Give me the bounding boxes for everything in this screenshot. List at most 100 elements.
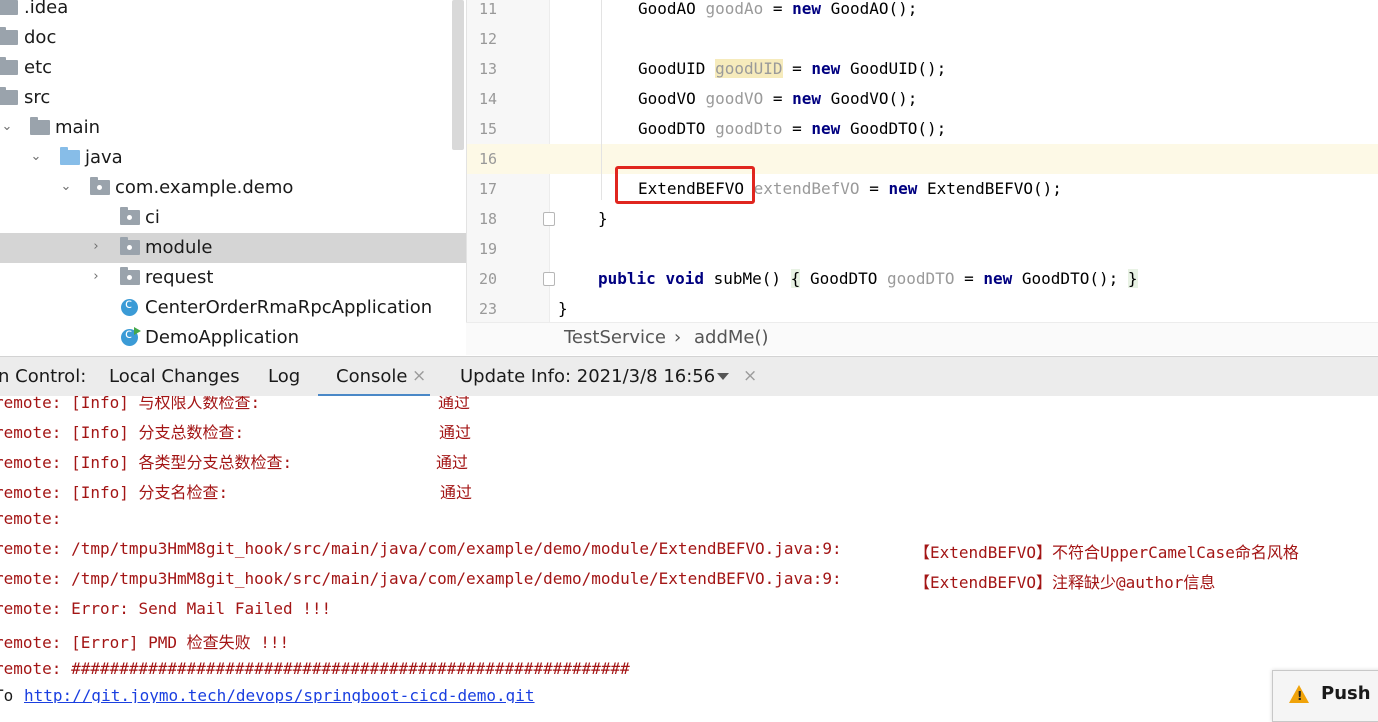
keyword: new — [888, 179, 918, 198]
keyword: public — [598, 269, 656, 288]
console-line: remote: Error: Send Mail Failed !!! — [0, 599, 331, 629]
tree-item-request[interactable]: › request — [0, 263, 466, 293]
tree-item-label: ci — [145, 207, 160, 228]
console-line: remote: — [0, 509, 61, 539]
type-name: GoodDTO — [800, 269, 888, 288]
console-text: remote: /tmp/tmpu3HmM8git_hook/src/main/… — [0, 569, 842, 588]
fold-end-icon[interactable] — [543, 212, 555, 226]
code-line: 15 GoodDTO goodDto = new GoodDTO(); — [467, 114, 1378, 144]
folder-icon — [0, 0, 18, 15]
code-text: } — [558, 299, 568, 318]
variable-name: goodAo — [705, 0, 764, 18]
tree-item-doc[interactable]: doc — [0, 23, 466, 53]
chevron-down-icon[interactable]: ⌄ — [59, 180, 73, 194]
line-number: 17 — [478, 180, 497, 198]
code-text: GoodUID(); — [840, 59, 947, 78]
code-line: 13 GoodUID goodUID = new GoodUID(); — [467, 54, 1378, 84]
console-text: remote: ################################… — [0, 659, 630, 678]
console-line: remote: /tmp/tmpu3HmM8git_hook/src/main/… — [0, 569, 1215, 599]
keyword: new — [792, 0, 822, 18]
line-number: 15 — [478, 120, 497, 138]
variable-name: goodUID — [715, 59, 783, 78]
indent-guide — [601, 0, 602, 200]
fold-expand-icon[interactable] — [543, 272, 555, 286]
tab-log[interactable]: Log — [268, 366, 300, 387]
tree-item-package-demo[interactable]: ⌄ com.example.demo — [0, 173, 466, 203]
code-text: GoodDTO(); — [840, 119, 947, 138]
tree-item-label: main — [55, 117, 100, 138]
tab-update-info[interactable]: Update Info: 2021/3/8 16:56 — [460, 366, 715, 387]
console-message: 【ExtendBEFVO】不符合UpperCamelCase命名风格 — [914, 543, 1299, 562]
tree-item-label: src — [24, 87, 51, 108]
keyword: new — [811, 59, 841, 78]
tree-scrollbar[interactable] — [452, 0, 464, 150]
console-text: remote: [Info] 各类型分支总数检查: — [0, 453, 293, 472]
console-line: remote: [Info] 分支总数检查: 通过 — [0, 419, 471, 449]
variable-name: goodDTO — [887, 269, 955, 288]
warning-mark: ! — [1297, 689, 1303, 703]
spring-class-icon — [121, 297, 138, 316]
chevron-down-icon[interactable]: ⌄ — [29, 150, 43, 164]
code-text: } — [598, 209, 608, 228]
code-line: 20 public void subMe() { GoodDTO goodDTO… — [467, 264, 1378, 294]
code-line: 14 GoodVO goodVO = new GoodVO(); — [467, 84, 1378, 114]
keyword: new — [792, 89, 822, 108]
tree-item-java[interactable]: ⌄ java — [0, 143, 466, 173]
tree-item-center-order-app[interactable]: CenterOrderRmaRpcApplication — [0, 293, 466, 323]
console-line: remote: [Info] 与权限人数检查: 通过 — [0, 396, 470, 419]
tree-item-label: etc — [24, 57, 53, 78]
console-text: remote: — [0, 509, 62, 528]
console-text: remote: [Info] 分支名检查: — [0, 483, 229, 502]
console-text: remote: [Info] 与权限人数检查: — [0, 396, 261, 412]
tree-item-ci[interactable]: ci — [0, 203, 466, 233]
console-text: remote: [Info] 分支总数检查: — [0, 423, 245, 442]
line-number: 19 — [478, 240, 497, 258]
breadcrumb-method[interactable]: addMe() — [694, 327, 769, 348]
breadcrumb-separator: › — [674, 327, 682, 348]
method-name: subMe() — [703, 269, 791, 288]
tree-item-etc[interactable]: etc — [0, 53, 466, 83]
line-number: 14 — [478, 90, 497, 108]
type-name: GoodDTO — [638, 119, 716, 138]
tab-console[interactable]: Console — [336, 366, 407, 387]
tree-item-module[interactable]: › module — [0, 233, 466, 263]
console-status: 通过 — [436, 453, 469, 472]
console-output[interactable]: remote: [Info] 与权限人数检查: 通过 remote: [Info… — [0, 396, 1378, 703]
tree-item-demo-app[interactable]: DemoApplication — [0, 323, 466, 353]
keyword: void — [665, 269, 704, 288]
repo-link[interactable]: http://git.joymo.tech/devops/springboot-… — [24, 686, 535, 703]
line-number: 12 — [478, 30, 497, 48]
keyword: new — [983, 269, 1013, 288]
tree-item-label: .idea — [24, 0, 69, 18]
code-line: 11 GoodAO goodAo = new GoodAO(); — [467, 0, 1378, 24]
tab-local-changes[interactable]: Local Changes — [109, 366, 240, 387]
chevron-right-icon[interactable]: › — [89, 240, 103, 254]
code-line: 12 — [467, 24, 1378, 54]
chevron-right-icon[interactable]: › — [89, 270, 103, 284]
console-status: 通过 — [438, 396, 471, 412]
chevron-down-icon[interactable]: ⌄ — [0, 120, 14, 134]
folder-icon — [0, 27, 18, 45]
notification-text: Push r — [1321, 683, 1378, 704]
code-text: GoodVO(); — [821, 89, 918, 108]
push-notification[interactable]: ! Push r — [1272, 670, 1378, 722]
type-name: GoodAO — [638, 0, 706, 18]
code-text: GoodDTO(); — [1012, 269, 1128, 288]
spring-class-icon — [121, 327, 141, 346]
code-text: GoodAO(); — [821, 0, 918, 18]
type-name: GoodVO — [638, 89, 706, 108]
breadcrumb-class[interactable]: TestService — [564, 327, 666, 348]
tree-item-src[interactable]: src — [0, 83, 466, 113]
code-text: = — [782, 119, 812, 138]
tree-item-main[interactable]: ⌄ main — [0, 113, 466, 143]
version-control-toolbar: n Control: Local Changes Log Console × U… — [0, 356, 1378, 397]
variable-name: goodDto — [715, 119, 783, 138]
console-text: To — [0, 686, 14, 703]
console-status: 通过 — [440, 483, 473, 502]
tree-item-idea[interactable]: .idea — [0, 0, 466, 23]
close-icon[interactable]: × — [412, 366, 426, 386]
type-name: GoodUID — [638, 59, 716, 78]
close-icon[interactable]: × — [743, 366, 757, 386]
code-editor[interactable]: 11 GoodAO goodAo = new GoodAO(); 12 13 G… — [466, 0, 1378, 322]
chevron-down-icon[interactable] — [717, 373, 729, 380]
